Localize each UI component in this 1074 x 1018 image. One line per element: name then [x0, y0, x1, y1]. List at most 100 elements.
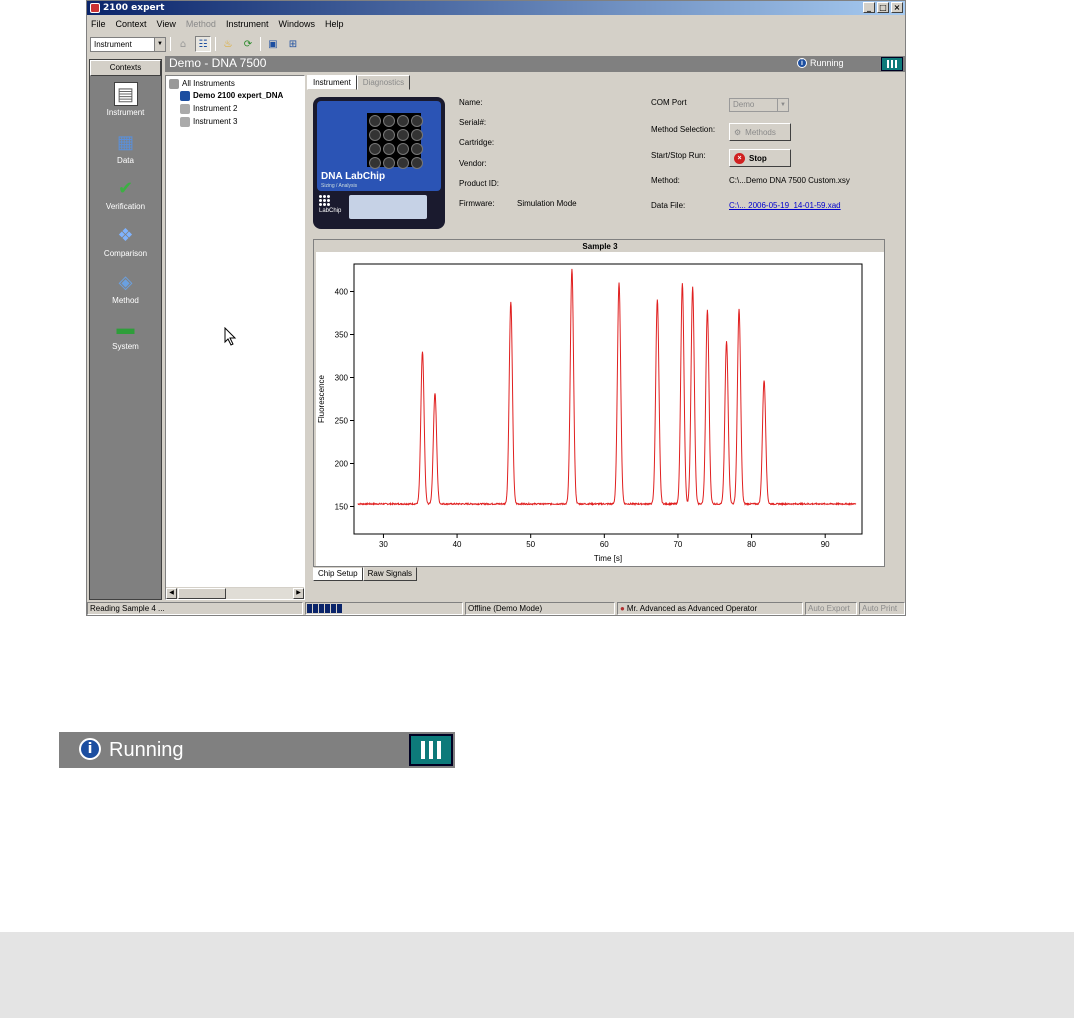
scroll-thumb[interactable] [178, 588, 226, 599]
bottom-tabs: Chip Setup Raw Signals [313, 567, 418, 581]
product-id-label: Product ID: [459, 179, 500, 188]
labchip-logo-text: LabChip [319, 208, 342, 214]
com-port-select[interactable]: Demo ▼ [729, 98, 789, 112]
toolbar-separator [170, 37, 171, 51]
tree-item[interactable]: Instrument 3 [180, 116, 237, 128]
close-button[interactable]: × [891, 2, 903, 13]
context-system[interactable]: ▬ System [90, 316, 161, 352]
context-instrument[interactable]: ▤ Instrument [90, 82, 161, 117]
chip-status-icon [409, 734, 453, 766]
tab-instrument[interactable]: Instrument [307, 75, 357, 90]
user-status-label: Mr. Advanced as Advanced Operator [626, 603, 758, 613]
tree-view-icon[interactable]: ☷ [195, 36, 211, 52]
run-status-label: Running [810, 58, 844, 68]
x-tick-label: 40 [453, 540, 462, 549]
tree-item[interactable]: Instrument 2 [180, 103, 237, 115]
menu-view[interactable]: View [157, 19, 176, 29]
com-port-label: COM Port [651, 98, 687, 107]
vendor-label: Vendor: [459, 159, 487, 168]
window-title: 2100 expert [103, 3, 165, 13]
home-icon[interactable]: ⌂ [175, 36, 191, 52]
footer-band [0, 932, 1074, 1018]
tab-chip-setup[interactable]: Chip Setup [313, 567, 363, 581]
name-label: Name: [459, 98, 483, 107]
x-tick-label: 60 [600, 540, 609, 549]
chevron-down-icon: ▼ [154, 37, 165, 51]
single-view-icon[interactable]: ▣ [265, 36, 281, 52]
chip-status-icon [881, 57, 903, 71]
contexts-header[interactable]: Contexts [90, 60, 161, 76]
context-label: System [112, 342, 139, 351]
app-window: 2100 expert _ □ × File Context View Meth… [86, 0, 906, 616]
start-stop-label: Start/Stop Run: [651, 151, 706, 160]
methods-button-label: Methods [745, 127, 776, 137]
tree-root[interactable]: All Instruments [169, 78, 235, 90]
context-comparison[interactable]: ❖ Comparison [90, 223, 161, 259]
firmware-value: Simulation Mode [517, 199, 577, 208]
menu-method[interactable]: Method [186, 19, 216, 29]
context-label: Data [117, 156, 134, 165]
menu-context[interactable]: Context [116, 19, 147, 29]
y-tick-label: 400 [335, 288, 349, 297]
data-file-link[interactable]: C:\... 2006-05-19_14-01-59.xad [729, 201, 841, 211]
user-status: ● Mr. Advanced as Advanced Operator [617, 602, 803, 615]
chip-brand: DNA LabChip [321, 171, 386, 182]
auto-print-indicator: Auto Print [859, 602, 905, 615]
context-data[interactable]: ▦ Data [90, 130, 161, 166]
methods-button[interactable]: ⚙ Methods [729, 123, 791, 141]
tab-raw-signals[interactable]: Raw Signals [362, 567, 418, 581]
context-label: Method [112, 296, 139, 305]
minimize-button[interactable]: _ [863, 2, 875, 13]
info-icon: i [79, 738, 101, 760]
electropherogram-chart: 30 40 50 60 70 80 90 150 200 250 300 350 400 Time [s… [316, 252, 884, 566]
tree-label: Instrument 3 [193, 117, 238, 126]
scroll-right-icon[interactable]: ▶ [293, 588, 304, 599]
menu-file[interactable]: File [91, 19, 106, 29]
tab-diagnostics[interactable]: Diagnostics [356, 75, 411, 90]
scroll-left-icon[interactable]: ◀ [166, 588, 177, 599]
context-label: Verification [105, 202, 146, 211]
y-tick-label: 300 [335, 374, 349, 383]
maximize-button[interactable]: □ [877, 2, 889, 13]
context-title: Demo - DNA 7500 [169, 56, 267, 70]
user-icon: ● [620, 603, 625, 613]
menu-windows[interactable]: Windows [278, 19, 315, 29]
verification-icon: ✔ [117, 177, 134, 198]
instrument-icon: ▤ [113, 82, 138, 106]
info-icon: i [797, 58, 807, 68]
context-select-value: Instrument [94, 39, 132, 49]
chip-image: DNA LabChip Sizing / Analysis LabChip [313, 97, 445, 229]
x-axis-label: Time [s] [594, 554, 622, 563]
menu-help[interactable]: Help [325, 19, 344, 29]
run-status: i Running [797, 58, 844, 68]
auto-export-indicator: Auto Export [805, 602, 857, 615]
comparison-icon: ❖ [117, 224, 134, 245]
stop-icon: × [734, 152, 745, 164]
toolbar-separator [260, 37, 261, 51]
context-select[interactable]: Instrument ▼ [90, 36, 166, 52]
method-selection-label: Method Selection: [651, 125, 716, 134]
stop-button[interactable]: × Stop [729, 149, 791, 167]
menu-instrument[interactable]: Instrument [226, 19, 269, 29]
grid-view-icon[interactable]: ⊞ [285, 36, 301, 52]
title-bar: 2100 expert _ □ × [87, 1, 905, 15]
cartridge-label: Cartridge: [459, 138, 495, 147]
y-tick-label: 250 [335, 416, 349, 425]
tree-label: All Instruments [182, 79, 235, 88]
horizontal-scrollbar[interactable]: ◀ ▶ [166, 587, 304, 599]
tree-item[interactable]: Demo 2100 expert_DNA [180, 90, 283, 102]
context-verification[interactable]: ✔ Verification [90, 176, 161, 212]
com-port-value: Demo [733, 100, 755, 109]
instrument-icon [180, 104, 190, 114]
status-bar: Reading Sample 4 ... Offline (Demo Mode)… [87, 602, 905, 616]
labchip-logo: LabChip [319, 195, 341, 214]
refresh-icon[interactable]: ⟳ [240, 36, 256, 52]
x-tick-label: 90 [821, 540, 830, 549]
instrument-tabs: Instrument Diagnostics [307, 75, 411, 91]
tree-label: Demo 2100 expert_DNA [193, 91, 284, 100]
progress-bar [305, 602, 463, 615]
context-title-strip: Demo - DNA 7500 i Running [165, 56, 905, 72]
context-method[interactable]: ◈ Method [90, 270, 161, 306]
run-icon[interactable]: ♨ [220, 36, 236, 52]
x-tick-label: 50 [526, 540, 535, 549]
